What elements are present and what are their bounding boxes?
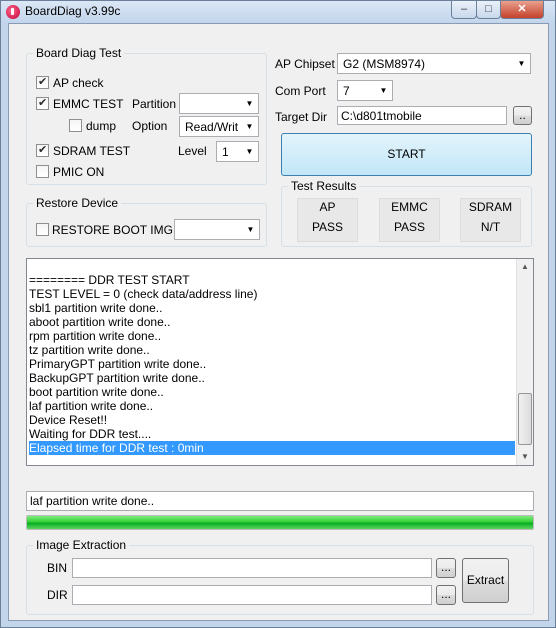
ap-chipset-label: AP Chipset [275,57,335,71]
restore-image-select[interactable]: ▼ [174,219,260,240]
progress-fill [27,516,533,529]
log-scrollbar[interactable]: ▲ ▼ [516,259,533,465]
option-value: Read/Writ [185,120,239,134]
app-window: BoardDiag v3.99c – □ ✕ Board Diag Test A… [0,0,556,628]
bin-browse-button[interactable]: ... [436,558,456,578]
level-value: 1 [222,145,229,159]
option-select[interactable]: Read/Writ ▼ [179,116,259,137]
log-line[interactable]: Device Reset!! [29,413,107,427]
dump-label[interactable]: dump [86,119,116,133]
ap-check-label[interactable]: AP check [53,76,103,90]
test-results-legend: Test Results [288,179,360,193]
target-dir-value: C:\d801tmobile [341,109,422,123]
restore-device-legend: Restore Device [33,196,122,210]
chevron-down-icon: ▼ [245,99,254,108]
log-line[interactable]: BackupGPT partition write done.. [29,371,205,385]
chevron-down-icon: ▼ [245,122,254,131]
chevron-down-icon: ▼ [245,147,254,156]
ap-check-checkbox[interactable] [36,75,49,89]
target-dir-browse-button[interactable]: .. [513,106,532,125]
com-port-label: Com Port [275,84,326,98]
title-bar[interactable]: BoardDiag v3.99c – □ ✕ [1,1,555,23]
com-port-select[interactable]: 7 ▼ [337,80,393,101]
restore-boot-img-label[interactable]: RESTORE BOOT IMG [52,223,173,237]
emmc-test-label[interactable]: EMMC TEST [53,97,123,111]
dir-label: DIR [47,588,68,602]
level-select[interactable]: 1 ▼ [216,141,259,162]
dir-path-field[interactable] [72,585,432,605]
log-line[interactable]: laf partition write done.. [29,399,153,413]
emmc-result-name: EMMC [391,200,428,214]
log-line[interactable]: PrimaryGPT partition write done.. [29,357,206,371]
com-port-value: 7 [343,84,350,98]
chevron-down-icon: ▼ [517,59,526,68]
client-area: Board Diag Test AP check EMMC TEST Parti… [8,23,549,621]
log-line[interactable]: ======== DDR TEST START [29,273,190,287]
log-line[interactable]: tz partition write done.. [29,343,150,357]
log-line[interactable]: TEST LEVEL = 0 (check data/address line) [29,287,257,301]
ap-chipset-value: G2 (MSM8974) [343,57,426,71]
lg-logo-icon [6,5,20,19]
sdram-result-name: SDRAM [468,200,513,214]
pmic-on-label[interactable]: PMIC ON [53,165,104,179]
ap-result-name: AP [319,200,336,214]
bin-label: BIN [47,561,68,575]
level-label: Level [178,144,207,158]
start-button[interactable]: START [281,133,532,176]
log-line[interactable]: Waiting for DDR test.... [29,427,151,441]
log-listbox[interactable]: ======== DDR TEST START TEST LEVEL = 0 (… [26,258,534,466]
extract-button[interactable]: Extract [462,558,509,603]
minimize-button[interactable]: – [451,1,477,19]
sdram-test-checkbox[interactable] [36,143,49,157]
window-title: BoardDiag v3.99c [25,4,121,18]
log-line[interactable]: sbl1 partition write done.. [29,301,162,315]
sdram-result-panel: SDRAM N/T [460,198,521,242]
ap-chipset-select[interactable]: G2 (MSM8974) ▼ [337,53,531,74]
partition-label: Partition [132,97,177,111]
maximize-button[interactable]: □ [476,1,501,19]
restore-boot-img-checkbox[interactable] [36,223,49,236]
emmc-result-panel: EMMC PASS [379,198,440,242]
ap-result-value: PASS [311,220,344,234]
chevron-down-icon: ▼ [379,86,388,95]
status-field[interactable]: laf partition write done.. [26,491,534,511]
status-text: laf partition write done.. [30,494,155,508]
partition-select[interactable]: ▼ [179,93,259,114]
sdram-test-label[interactable]: SDRAM TEST [53,144,130,158]
emmc-result-value: PASS [393,220,426,234]
chevron-down-icon: ▼ [246,225,255,234]
progress-bar [26,515,534,530]
bin-path-field[interactable] [72,558,432,578]
image-extraction-legend: Image Extraction [33,538,130,552]
target-dir-field[interactable]: C:\d801tmobile [337,106,507,125]
log-line[interactable]: boot partition write done.. [29,385,164,399]
target-dir-label: Target Dir [275,110,328,124]
scroll-down-arrow-icon[interactable]: ▼ [517,449,533,465]
scroll-up-arrow-icon[interactable]: ▲ [517,259,533,275]
sdram-result-value: N/T [480,220,501,234]
pmic-on-checkbox[interactable] [36,165,49,178]
emmc-test-checkbox[interactable] [36,96,49,110]
option-label: Option [132,119,168,133]
log-line-selected[interactable]: Elapsed time for DDR test : 0min [29,441,515,455]
board-diag-legend: Board Diag Test [33,46,125,60]
dir-browse-button[interactable]: ... [436,585,456,605]
log-line[interactable]: rpm partition write done.. [29,329,161,343]
log-line[interactable]: aboot partition write done.. [29,315,170,329]
dump-checkbox[interactable] [69,119,82,132]
ap-result-panel: AP PASS [297,198,358,242]
scroll-thumb[interactable] [518,393,532,445]
close-button[interactable]: ✕ [500,1,544,19]
